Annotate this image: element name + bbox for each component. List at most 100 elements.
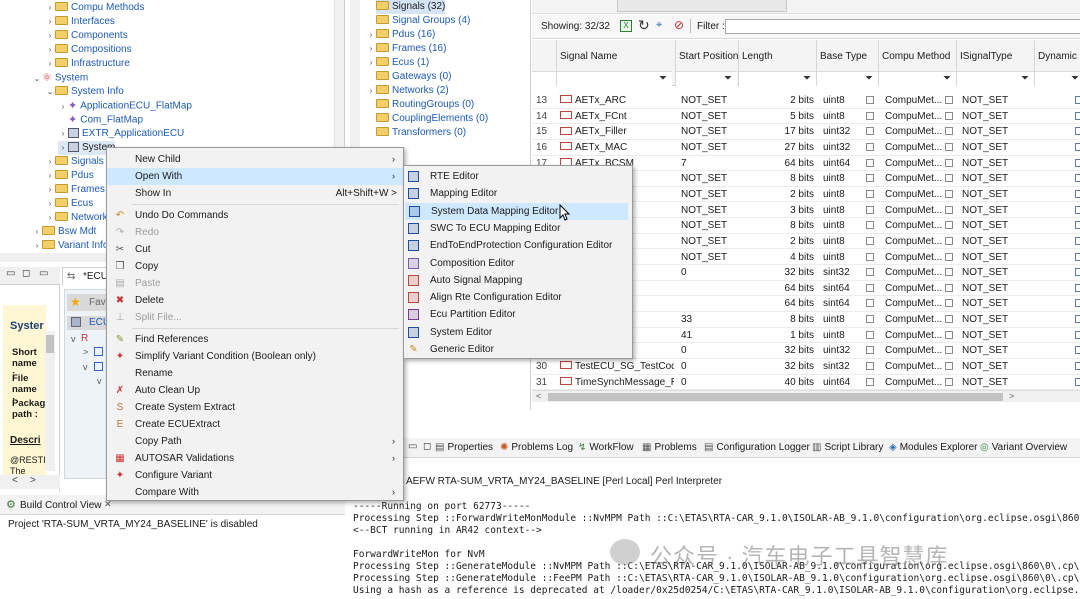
tree-item[interactable]: › Bsw Mdt — [32, 225, 96, 239]
column-filter[interactable]: ⏷ — [957, 71, 1034, 86]
base-type-selector-icon[interactable] — [866, 96, 874, 104]
collapsed-arrow-icon[interactable]: › — [366, 28, 376, 42]
tree-item[interactable]: ⌄ ⚛ System — [32, 71, 89, 85]
column-filter[interactable]: ⏷ — [557, 71, 672, 86]
tree-item[interactable]: › Ecus — [45, 197, 93, 211]
dynamic-length-checkbox[interactable] — [1075, 283, 1080, 292]
table-row[interactable]: 13 AETx_ARC NOT_SET 2 bits uint8 CompuMet... N… — [532, 93, 1080, 109]
maximize-icon[interactable]: ◻ — [423, 441, 431, 452]
column-filter[interactable]: ⏷ — [1035, 71, 1080, 86]
bottom-tab[interactable]: ▥ Script Library — [812, 439, 883, 457]
column-filter[interactable]: ⏷ — [817, 71, 878, 86]
maximize-icon[interactable]: ◻ — [22, 268, 30, 279]
dynamic-length-checkbox[interactable] — [1075, 174, 1080, 183]
bottom-tab[interactable]: ◈ Modules Explorer — [889, 439, 978, 457]
collapsed-arrow-icon[interactable]: › — [58, 100, 68, 114]
compu-method-selector-icon[interactable] — [945, 236, 953, 245]
menu-item[interactable]: ↷ Redo — [107, 224, 403, 241]
compu-method-selector-icon[interactable] — [945, 268, 953, 277]
grid-hscrollbar[interactable]: < > — [532, 390, 1080, 402]
column-filter[interactable]: ⏷ — [879, 71, 956, 86]
dynamic-length-checkbox[interactable] — [1075, 205, 1080, 214]
column-header[interactable]: Start Position ⏷ — [675, 40, 738, 86]
open-with-item[interactable]: Ecu Partition Editor — [404, 306, 632, 323]
base-type-selector-icon[interactable] — [866, 346, 874, 355]
pin-icon[interactable]: ⌖ — [656, 19, 662, 32]
bottom-tab[interactable]: ↯ WorkFlow — [578, 439, 634, 457]
dynamic-length-checkbox[interactable] — [1075, 362, 1080, 371]
tree-item[interactable]: › Networks — [45, 211, 113, 225]
ecu-editor-tab[interactable]: ⇆ *ECU — [62, 267, 111, 285]
base-type-selector-icon[interactable] — [866, 174, 874, 183]
bottom-tab[interactable]: ◎ Variant Overview — [980, 439, 1067, 457]
base-type-selector-icon[interactable] — [866, 236, 874, 245]
collapsed-arrow-icon[interactable]: › — [45, 15, 55, 29]
dynamic-length-checkbox[interactable] — [1075, 96, 1080, 104]
compu-method-selector-icon[interactable] — [945, 330, 953, 339]
export-excel-icon[interactable]: X — [620, 20, 632, 32]
filter-funnel-icon[interactable]: ⏷ — [943, 73, 951, 84]
column-filter[interactable]: ⏷ — [739, 71, 816, 86]
tree-item[interactable]: › Pdus — [45, 169, 94, 183]
column-header[interactable]: Base Type ⏷ — [816, 40, 878, 86]
dynamic-length-checkbox[interactable] — [1075, 346, 1080, 355]
dynamic-length-checkbox[interactable] — [1075, 221, 1080, 230]
compu-method-selector-icon[interactable] — [945, 174, 953, 183]
table-row[interactable]: 31 TimeSynchMessage_Rx 0 40 bits uint64 Compu… — [532, 375, 1080, 390]
compu-method-selector-icon[interactable] — [945, 205, 953, 214]
base-type-selector-icon[interactable] — [866, 127, 874, 136]
base-type-selector-icon[interactable] — [866, 189, 874, 198]
dynamic-length-checkbox[interactable] — [1075, 315, 1080, 324]
compu-method-selector-icon[interactable] — [945, 346, 953, 355]
explorer-item[interactable]: CouplingElements (0) — [366, 112, 488, 126]
open-with-item[interactable]: EndToEndProtection Configuration Editor — [404, 237, 632, 254]
column-header[interactable]: Compu Method ⏷ — [878, 40, 956, 86]
dynamic-length-checkbox[interactable] — [1075, 236, 1080, 245]
table-row[interactable]: 16 AETx_MAC NOT_SET 27 bits uint32 CompuMet..… — [532, 140, 1080, 156]
bottom-tab[interactable]: ▤ Properties — [435, 439, 493, 457]
open-with-item[interactable]: Align Rte Configuration Editor — [404, 289, 632, 306]
collapsed-arrow-icon[interactable]: › — [45, 183, 55, 197]
menu-item[interactable]: ✦ Configure Variant — [107, 467, 403, 484]
base-type-selector-icon[interactable] — [866, 377, 874, 386]
tree-item[interactable]: › Components — [45, 29, 128, 43]
menu-item[interactable]: ↶ Undo Do Commands — [107, 207, 403, 224]
menu-item[interactable]: Rename — [107, 365, 403, 382]
menu-item[interactable]: ▤ Paste — [107, 275, 403, 292]
collapsed-arrow-icon[interactable]: › — [366, 42, 376, 56]
menu-item[interactable]: Open With › — [107, 168, 403, 185]
collapsed-arrow-icon[interactable]: › — [366, 56, 376, 70]
tree-item[interactable]: › Interfaces — [45, 15, 115, 29]
column-filter[interactable]: ⏷ — [676, 71, 737, 86]
menu-item[interactable]: S Create System Extract — [107, 399, 403, 416]
open-with-item[interactable]: Composition Editor — [404, 255, 632, 272]
dynamic-length-checkbox[interactable] — [1075, 111, 1080, 120]
filter-funnel-icon[interactable]: ⏷ — [1021, 73, 1029, 84]
explorer-item[interactable]: Gateways (0) — [366, 70, 451, 84]
compu-method-selector-icon[interactable] — [945, 221, 953, 230]
bottom-tab[interactable]: ✺ Problems Log — [500, 439, 573, 457]
explorer-item[interactable]: RoutingGroups (0) — [366, 98, 474, 112]
base-type-selector-icon[interactable] — [866, 142, 874, 151]
column-header[interactable]: Dynamic Le⏷ — [1034, 40, 1080, 86]
collapsed-arrow-icon[interactable]: › — [32, 225, 42, 239]
tree-item[interactable]: › Frames — [45, 183, 105, 197]
open-with-item[interactable]: RTE Editor — [404, 168, 632, 185]
base-type-selector-icon[interactable] — [866, 221, 874, 230]
collapsed-arrow-icon[interactable]: › — [45, 197, 55, 211]
dynamic-length-checkbox[interactable] — [1075, 252, 1080, 261]
refresh-icon[interactable]: ↻ — [638, 17, 650, 34]
base-type-selector-icon[interactable] — [866, 299, 874, 308]
dynamic-length-checkbox[interactable] — [1075, 268, 1080, 277]
collapsed-arrow-icon[interactable]: › — [45, 155, 55, 169]
tree-item[interactable]: › Infrastructure — [45, 57, 130, 71]
menu-item[interactable]: ❐ Copy — [107, 258, 403, 275]
open-with-item[interactable]: System Data Mapping Editor — [405, 202, 628, 220]
menu-item[interactable]: Show In Alt+Shift+W > — [107, 185, 403, 202]
table-row[interactable]: 14 AETx_FCnt NOT_SET 5 bits uint8 CompuMet...… — [532, 109, 1080, 125]
menu-item[interactable]: ✖ Delete — [107, 292, 403, 309]
base-type-selector-icon[interactable] — [866, 205, 874, 214]
compu-method-selector-icon[interactable] — [945, 283, 953, 292]
filter-funnel-icon[interactable]: ⏷ — [659, 73, 667, 84]
explorer-item[interactable]: Signal Groups (4) — [366, 14, 470, 28]
